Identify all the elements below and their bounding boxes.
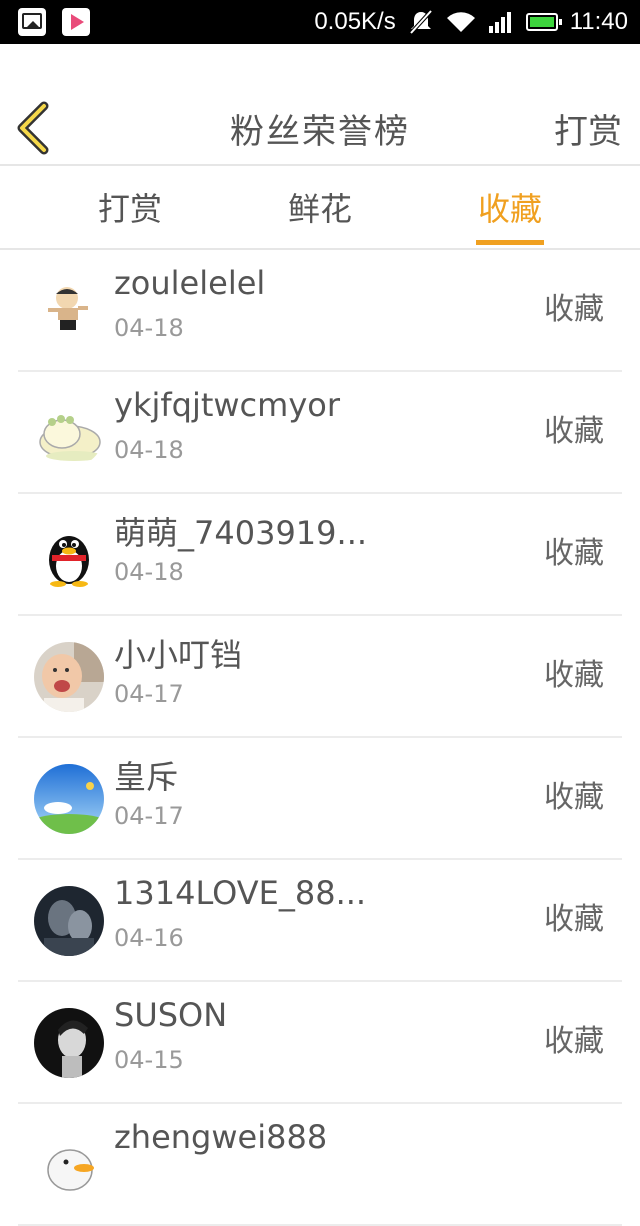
signal-icon bbox=[488, 12, 511, 33]
user-name: 皇斥 bbox=[114, 758, 179, 796]
avatar bbox=[34, 276, 104, 346]
date: 04-18 bbox=[114, 436, 184, 464]
tab-favorites[interactable]: 收藏 bbox=[445, 184, 575, 230]
action-type: 收藏 bbox=[544, 902, 604, 937]
date: 04-18 bbox=[114, 558, 184, 586]
title-bar: 粉丝荣誉榜 打赏 bbox=[0, 44, 640, 164]
date: 04-18 bbox=[114, 314, 184, 342]
date: 04-16 bbox=[114, 924, 184, 952]
avatar bbox=[34, 398, 104, 468]
avatar bbox=[34, 1130, 104, 1200]
avatar bbox=[34, 520, 104, 590]
action-type: 收藏 bbox=[544, 780, 604, 815]
system-icons: 0.05K/s 11:40 bbox=[314, 6, 628, 38]
tab-tips[interactable]: 打赏 bbox=[65, 184, 195, 230]
action-type: 收藏 bbox=[544, 414, 604, 449]
list-item[interactable]: ykjfqjtwcmyor 04-18 收藏 bbox=[0, 372, 640, 494]
user-name: SUSON bbox=[114, 996, 228, 1034]
avatar bbox=[34, 1008, 104, 1078]
play-store-icon bbox=[62, 8, 90, 36]
list-item[interactable]: zhengwei888 bbox=[0, 1104, 640, 1226]
battery-icon bbox=[525, 13, 562, 31]
wifi-icon bbox=[446, 12, 475, 32]
tip-button[interactable]: 打赏 bbox=[554, 104, 622, 153]
page-title: 粉丝荣誉榜 bbox=[230, 112, 410, 152]
user-name: 1314LOVE_88... bbox=[114, 874, 367, 912]
user-name: zhengwei888 bbox=[114, 1118, 328, 1156]
list-item[interactable]: zoulelelel 04-18 收藏 bbox=[0, 250, 640, 372]
user-name: 萌萌_7403919... bbox=[114, 514, 368, 552]
list-item[interactable]: 萌萌_7403919... 04-18 收藏 bbox=[0, 494, 640, 616]
avatar bbox=[34, 642, 104, 712]
notification-icons bbox=[18, 8, 90, 36]
tab-bar: 打赏 鲜花 收藏 bbox=[0, 166, 640, 248]
list-item[interactable]: 小小叮铛 04-17 收藏 bbox=[0, 616, 640, 738]
action-type: 收藏 bbox=[544, 536, 604, 571]
clock: 11:40 bbox=[569, 8, 628, 35]
action-type: 收藏 bbox=[544, 1024, 604, 1059]
status-bar: 0.05K/s 11:40 bbox=[0, 0, 640, 44]
tab-flowers[interactable]: 鲜花 bbox=[255, 184, 385, 230]
avatar bbox=[34, 764, 104, 834]
action-type: 收藏 bbox=[544, 292, 604, 327]
date: 04-15 bbox=[114, 1046, 184, 1074]
user-name: zoulelelel bbox=[114, 264, 266, 302]
gallery-icon bbox=[18, 8, 46, 36]
mute-icon bbox=[409, 9, 433, 35]
fan-list: zoulelelel 04-18 收藏 ykjfqjtwcmyor 04-18 … bbox=[0, 250, 640, 1226]
action-type: 收藏 bbox=[544, 658, 604, 693]
avatar bbox=[34, 886, 104, 956]
network-speed: 0.05K/s bbox=[314, 8, 396, 35]
list-item[interactable]: 皇斥 04-17 收藏 bbox=[0, 738, 640, 860]
user-name: ykjfqjtwcmyor bbox=[114, 386, 340, 424]
list-item[interactable]: SUSON 04-15 收藏 bbox=[0, 982, 640, 1104]
active-tab-indicator bbox=[476, 240, 544, 245]
date: 04-17 bbox=[114, 680, 184, 708]
user-name: 小小叮铛 bbox=[114, 636, 243, 674]
date: 04-17 bbox=[114, 802, 184, 830]
list-item[interactable]: 1314LOVE_88... 04-16 收藏 bbox=[0, 860, 640, 982]
